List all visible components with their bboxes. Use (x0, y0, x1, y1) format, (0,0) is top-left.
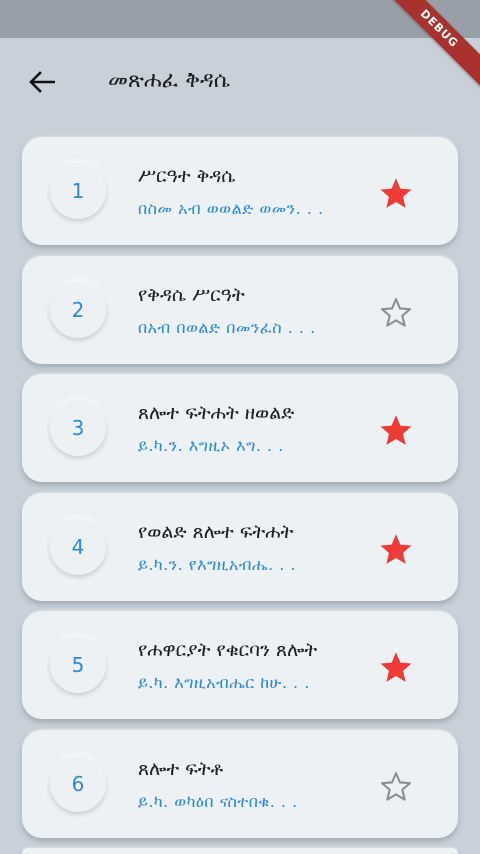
chapter-list: 1 ሥርዓተ ቅዳሴ በስመ አብ ወወልድ ወመን. . . 2 የቅዳሴ ሥ… (0, 0, 480, 854)
item-subtitle: ይ.ካ.ን. የእግዚአብሔ. . . (138, 555, 296, 574)
list-item[interactable]: 6 ጸሎተ ፍትቶ ይ.ካ. ወካዕበ ናስተበቁ. . . (22, 730, 458, 838)
item-title: የቅዳሴ ሥርዓት (138, 284, 245, 306)
list-item[interactable]: 1 ሥርዓተ ቅዳሴ በስመ አብ ወወልድ ወመን. . . (22, 137, 458, 245)
list-item[interactable]: 5 የሐዋርያት የቁርባን ጸሎት ይ.ካ. እግዚአብሔር ከሁ. . . (22, 611, 458, 719)
item-subtitle: ይ.ካ. ወካዕበ ናስተበቁ. . . (138, 792, 298, 811)
star-outline-icon[interactable] (378, 294, 414, 330)
item-number: 1 (50, 163, 106, 219)
star-filled-icon[interactable] (378, 649, 414, 685)
item-subtitle: በአብ በወልድ በመንፈስ . . . (138, 318, 316, 337)
star-filled-icon[interactable] (378, 175, 414, 211)
item-title: ጸሎተ ፍትሐት ዘወልድ (138, 402, 295, 424)
list-item-partial (22, 848, 458, 854)
item-subtitle: በስመ አብ ወወልድ ወመን. . . (138, 199, 324, 218)
item-number: 3 (50, 400, 106, 456)
item-subtitle: ይ.ካ. እግዚአብሔር ከሁ. . . (138, 673, 310, 692)
item-subtitle: ይ.ካ.ን. እግዚኦ እግ. . . (138, 436, 284, 455)
star-outline-icon[interactable] (378, 768, 414, 804)
item-title: የሐዋርያት የቁርባን ጸሎት (138, 639, 318, 661)
star-filled-icon[interactable] (378, 531, 414, 567)
list-item[interactable]: 3 ጸሎተ ፍትሐት ዘወልድ ይ.ካ.ን. እግዚኦ እግ. . . (22, 374, 458, 482)
item-number: 2 (50, 282, 106, 338)
item-number: 5 (50, 637, 106, 693)
item-number: 4 (50, 519, 106, 575)
item-title: ጸሎተ ፍትቶ (138, 758, 224, 780)
item-title: ሥርዓተ ቅዳሴ (138, 165, 236, 187)
list-item[interactable]: 2 የቅዳሴ ሥርዓት በአብ በወልድ በመንፈስ . . . (22, 256, 458, 364)
item-number: 6 (50, 756, 106, 812)
list-item[interactable]: 4 የወልድ ጸሎተ ፍትሐት ይ.ካ.ን. የእግዚአብሔ. . . (22, 493, 458, 601)
item-title: የወልድ ጸሎተ ፍትሐት (138, 521, 294, 543)
star-filled-icon[interactable] (378, 412, 414, 448)
